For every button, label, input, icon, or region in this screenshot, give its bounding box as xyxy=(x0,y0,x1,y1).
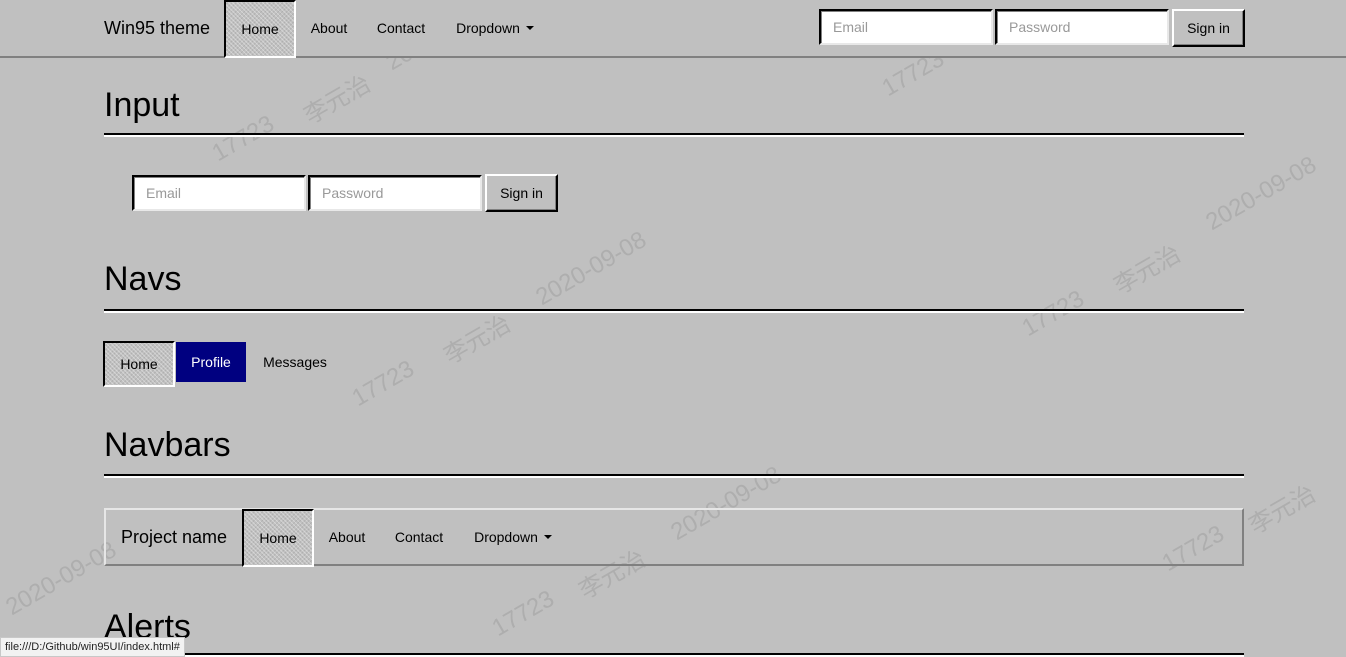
email-input[interactable] xyxy=(132,175,306,211)
pill-messages[interactable]: Messages xyxy=(250,342,340,382)
section-divider xyxy=(104,133,1244,137)
caret-down-icon xyxy=(543,535,552,539)
pill-profile-label: Profile xyxy=(191,354,231,370)
section-title-navbars: Navbars xyxy=(104,426,231,464)
nav-about[interactable]: About xyxy=(296,0,362,56)
project-nav-dropdown[interactable]: Dropdown xyxy=(460,510,566,564)
section-title-input: Input xyxy=(104,86,180,124)
watermark-text: 17723 xyxy=(487,585,559,642)
password-input[interactable] xyxy=(995,9,1169,45)
nav-home-label: Home xyxy=(241,21,279,37)
watermark-text: 李元治 xyxy=(1109,240,1186,300)
status-bar-url: file:///D:/Github/win95UI/index.html# xyxy=(0,637,185,657)
pill-home[interactable]: Home xyxy=(103,341,175,387)
navbar-brand[interactable]: Win95 theme xyxy=(104,18,210,38)
project-nav-contact-label: Contact xyxy=(394,529,444,545)
nav-home[interactable]: Home xyxy=(224,0,296,58)
section-divider xyxy=(104,309,1244,313)
sign-in-button[interactable]: Sign in xyxy=(485,174,558,212)
email-input[interactable] xyxy=(819,9,993,45)
nav-about-label: About xyxy=(310,20,348,36)
project-nav-about-label: About xyxy=(328,529,366,545)
nav-dropdown-label: Dropdown xyxy=(456,20,520,36)
pill-messages-label: Messages xyxy=(263,354,327,370)
nav-dropdown[interactable]: Dropdown xyxy=(442,0,548,56)
section-divider xyxy=(104,474,1244,478)
nav-contact-label: Contact xyxy=(376,20,426,36)
sign-in-button[interactable]: Sign in xyxy=(1172,9,1245,47)
watermark-text: 17723 xyxy=(207,110,279,167)
watermark-text: 17723 xyxy=(347,355,419,412)
project-navbar-brand[interactable]: Project name xyxy=(121,527,227,547)
pill-profile[interactable]: Profile xyxy=(176,342,246,382)
watermark-text: 2020-09-08 xyxy=(1201,151,1322,236)
project-nav-home-label: Home xyxy=(259,530,297,546)
caret-down-icon xyxy=(525,26,534,30)
project-nav-contact[interactable]: Contact xyxy=(380,510,458,564)
pill-home-label: Home xyxy=(120,356,158,372)
watermark-text: 17723 xyxy=(1017,285,1089,342)
top-navbar: Win95 theme Home About Contact Dropdown … xyxy=(0,0,1346,58)
project-nav-home[interactable]: Home xyxy=(242,509,314,567)
watermark-text: 李元治 xyxy=(1244,480,1321,540)
watermark-text: 李元治 xyxy=(439,310,516,370)
project-navbar: Project name Home About Contact Dropdown xyxy=(104,508,1244,567)
project-nav-dropdown-label: Dropdown xyxy=(474,529,538,545)
nav-contact[interactable]: Contact xyxy=(362,0,440,56)
password-input[interactable] xyxy=(308,175,482,211)
section-title-navs: Navs xyxy=(104,260,182,298)
section-divider xyxy=(104,653,1244,657)
watermark-text: 2020-09-08 xyxy=(531,226,652,311)
project-nav-about[interactable]: About xyxy=(314,510,380,564)
watermark-text: 李元治 xyxy=(299,70,376,130)
